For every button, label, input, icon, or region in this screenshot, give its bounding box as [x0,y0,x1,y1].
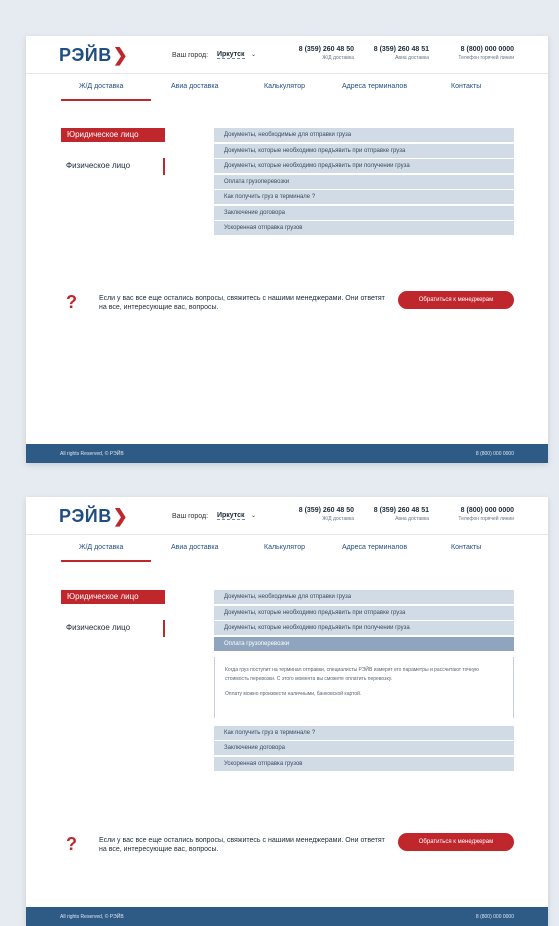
city-label: Ваш город: [172,52,209,59]
city-selector[interactable]: Иркутск [217,512,245,520]
accordion-item[interactable]: Документы, которые необходимо предъявить… [214,605,514,620]
main-nav: Ж/Д доставка Авиа доставка Калькулятор А… [26,535,548,563]
logo-arrow-icon: ❯ [112,506,129,526]
nav-calculator[interactable]: Калькулятор [264,83,305,90]
logo[interactable]: РЭЙВ❯ [59,506,128,527]
accordion-item[interactable]: Оплата грузоперевозки [214,174,514,189]
accordion-item[interactable]: Документы, которые необходимо предъявить… [214,621,514,635]
nav-active-indicator [61,560,151,562]
phone-hotline: 8 (800) 000 0000 Телефон горячей линии [458,507,514,522]
nav-contacts[interactable]: Контакты [451,544,481,551]
accordion-item[interactable]: Как получить груз в терминале ? [214,190,514,204]
phone-rail: 8 (359) 260 48 50 Ж/Д доставка [299,46,354,61]
question-icon: ? [66,292,77,312]
phone-rail: 8 (359) 260 48 50 Ж/Д доставка [299,507,354,522]
question-icon: ? [66,834,77,854]
phone-caption: Авиа доставка [395,55,429,61]
phone-caption: Авиа доставка [395,516,429,522]
nav-rail-delivery[interactable]: Ж/Д доставка [79,544,123,551]
nav-calculator[interactable]: Калькулятор [264,544,305,551]
phone-number[interactable]: 8 (800) 000 0000 [458,507,514,514]
chevron-down-icon[interactable]: ⌄ [251,512,256,519]
phone-number[interactable]: 8 (359) 260 48 50 [299,46,354,53]
logo-arrow-icon: ❯ [112,45,129,65]
nav-rail-delivery[interactable]: Ж/Д доставка [79,83,123,90]
nav-air-delivery[interactable]: Авиа доставка [171,83,218,90]
phone-air: 8 (359) 260 48 51 Авиа доставка [374,46,429,61]
contact-managers-button[interactable]: Обратиться к менеджерам [398,833,514,851]
sidebar-item-legal-entity[interactable]: Юридическое лицо [61,128,165,142]
faq-accordion: Документы, необходимые для отправки груз… [214,590,514,772]
help-text: Если у вас все еще остались вопросы, свя… [99,837,385,853]
phone-caption: Телефон горячей линии [458,55,514,61]
accordion-item[interactable]: Как получить груз в терминале ? [214,725,514,740]
nav-terminal-addresses[interactable]: Адреса терминалов [342,544,407,551]
chevron-down-icon[interactable]: ⌄ [251,51,256,58]
accordion-item[interactable]: Заключение договора [214,741,514,755]
footer: All rights Reserved, © РЭЙВ 8 (800) 000 … [26,444,548,463]
footer: All rights Reserved, © РЭЙВ 8 (800) 000 … [26,907,548,926]
phone-hotline: 8 (800) 000 0000 Телефон горячей линии [458,46,514,61]
accordion-item[interactable]: Ускоренная отправка грузов [214,221,514,235]
accordion-item[interactable]: Документы, необходимые для отправки груз… [214,128,514,142]
city-selector[interactable]: Иркутск [217,51,245,59]
main-nav: Ж/Д доставка Авиа доставка Калькулятор А… [26,74,548,102]
nav-air-delivery[interactable]: Авиа доставка [171,544,218,551]
accordion-item[interactable]: Ускоренная отправка грузов [214,756,514,771]
help-text: Если у вас все еще остались вопросы, свя… [99,295,385,311]
sidebar-indicator [163,620,165,637]
city-label: Ваш город: [172,513,209,520]
sidebar-item-individual[interactable]: Физическое лицо [66,623,130,632]
phone-number[interactable]: 8 (359) 260 48 50 [299,507,354,514]
header: РЭЙВ❯ Ваш город: Иркутск ⌄ 8 (359) 260 4… [26,36,548,74]
footer-phone[interactable]: 8 (800) 000 0000 [476,451,514,457]
help-block: ? Если у вас все еще остались вопросы, с… [26,833,548,864]
faq-accordion: Документы, необходимые для отправки груз… [214,128,514,237]
nav-active-indicator [61,99,151,101]
footer-copyright: All rights Reserved, © РЭЙВ [60,914,124,920]
header: РЭЙВ❯ Ваш город: Иркутск ⌄ 8 (359) 260 4… [26,497,548,535]
phone-number[interactable]: 8 (359) 260 48 51 [374,46,429,53]
accordion-item[interactable]: Документы, необходимые для отправки груз… [214,590,514,604]
phone-caption: Ж/Д доставка [322,55,354,61]
accordion-item[interactable]: Заключение договора [214,205,514,220]
nav-contacts[interactable]: Контакты [451,83,481,90]
accordion-panel: Когда груз поступит на терминал отправки… [214,656,514,718]
sidebar-item-individual[interactable]: Физическое лицо [66,161,130,170]
phone-caption: Телефон горячей линии [458,516,514,522]
help-block: ? Если у вас все еще остались вопросы, с… [26,291,548,322]
footer-phone[interactable]: 8 (800) 000 0000 [476,914,514,920]
phone-caption: Ж/Д доставка [322,516,354,522]
page-frame-collapsed: РЭЙВ❯ Ваш город: Иркутск ⌄ 8 (359) 260 4… [26,36,548,463]
contact-managers-button[interactable]: Обратиться к менеджерам [398,291,514,309]
accordion-item[interactable]: Документы, которые необходимо предъявить… [214,159,514,173]
phone-number[interactable]: 8 (800) 000 0000 [458,46,514,53]
phone-number[interactable]: 8 (359) 260 48 51 [374,507,429,514]
logo[interactable]: РЭЙВ❯ [59,45,128,66]
phone-air: 8 (359) 260 48 51 Авиа доставка [374,507,429,522]
panel-text: Оплату можно произвести наличными, банко… [225,690,362,697]
sidebar-indicator [163,158,165,175]
nav-terminal-addresses[interactable]: Адреса терминалов [342,83,407,90]
sidebar-item-legal-entity[interactable]: Юридическое лицо [61,590,165,604]
panel-text: Когда груз поступит на терминал отправки… [225,666,479,682]
accordion-item[interactable]: Документы, которые необходимо предъявить… [214,143,514,158]
footer-copyright: All rights Reserved, © РЭЙВ [60,451,124,457]
accordion-item-expanded[interactable]: Оплата грузоперевозки [214,636,514,651]
page-frame-expanded: РЭЙВ❯ Ваш город: Иркутск ⌄ 8 (359) 260 4… [26,497,548,926]
